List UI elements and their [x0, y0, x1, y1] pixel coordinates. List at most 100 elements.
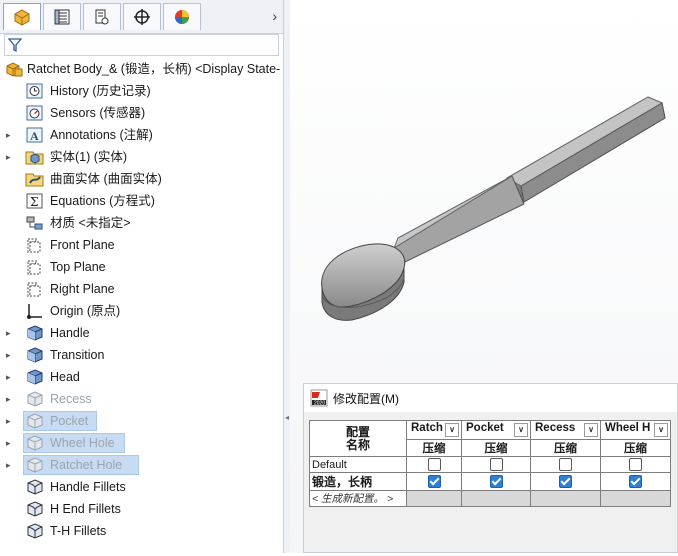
tree-item-label: T-H Fillets	[50, 524, 107, 538]
tree-filter-field[interactable]	[4, 34, 279, 56]
suppress-checkbox-cell[interactable]	[461, 456, 531, 473]
suppress-checkbox-cell[interactable]	[530, 472, 601, 491]
tree-item-equations[interactable]: Σ Equations (方程式)	[0, 190, 283, 212]
new-config-row[interactable]: < 生成新配置。 >	[309, 490, 407, 507]
suppress-checkbox-cell[interactable]	[406, 456, 462, 473]
tree-item-label: Sensors (传感器)	[50, 106, 146, 120]
tree-item-history[interactable]: History (历史记录)	[0, 80, 283, 102]
tree-item-right-plane[interactable]: Right Plane	[0, 278, 283, 300]
tab-configurationmanager[interactable]	[83, 3, 121, 30]
chevron-down-icon[interactable]: ∨	[584, 423, 598, 437]
expand-chevron-icon[interactable]: ▸	[6, 327, 16, 339]
part-icon	[4, 60, 24, 78]
tree-item-label: Head	[50, 370, 80, 384]
column-header-recess[interactable]: Recess ∨	[530, 420, 601, 440]
tree-root-label: Ratchet Body_& (锻造，长柄) <Display State-	[27, 62, 281, 76]
suppress-checkbox-checked[interactable]	[559, 475, 572, 488]
suppress-checkbox[interactable]	[427, 458, 441, 471]
expand-chevron-icon[interactable]: ▸	[6, 349, 16, 361]
config-row-name[interactable]: Default	[309, 456, 407, 473]
expand-chevron-icon[interactable]: ▸	[6, 459, 16, 471]
suppress-checkbox-checked[interactable]	[427, 475, 441, 488]
expand-chevron-icon[interactable]: ▸	[6, 393, 16, 405]
propertymanager-icon	[54, 9, 70, 25]
plane-icon	[25, 258, 45, 276]
expand-chevron-icon[interactable]: ▸	[6, 415, 16, 427]
tree-item-t-h-fillets[interactable]: T-H Fillets	[0, 520, 283, 542]
expand-chevron-icon[interactable]: ▸	[6, 371, 16, 383]
dialog-title-bar[interactable]: 2020 修改配置(M)	[304, 384, 677, 412]
tree-item-sensors[interactable]: Sensors (传感器)	[0, 102, 283, 124]
tree-item-pocket[interactable]: ▸ Pocket	[0, 410, 283, 432]
tab-dimxpert[interactable]	[123, 3, 161, 30]
tree-item-origin[interactable]: Origin (原点)	[0, 300, 283, 322]
tree-item-handle-fillets[interactable]: Handle Fillets	[0, 476, 283, 498]
column-subheader: 压缩	[406, 439, 462, 457]
tree-item-annotations[interactable]: ▸ A Annotations (注解)	[0, 124, 283, 146]
suppress-checkbox-checked[interactable]	[629, 475, 642, 488]
tree-item-head[interactable]: ▸ Head	[0, 366, 283, 388]
featuremanager-icon	[14, 9, 30, 26]
expand-chevron-icon[interactable]: ▸	[6, 437, 16, 449]
tree-item-item-4[interactable]: 曲面实体 (曲面实体)	[0, 168, 283, 190]
tree-item-handle[interactable]: ▸ Handle	[0, 322, 283, 344]
tree-item-label: Transition	[50, 348, 105, 362]
expand-chevron-icon[interactable]: ▸	[6, 151, 16, 163]
suppress-checkbox-cell[interactable]	[530, 456, 601, 473]
suppress-checkbox-cell[interactable]	[406, 472, 462, 491]
tree-item-label: History (历史记录)	[50, 84, 151, 98]
tree-item-label: Wheel Hole	[50, 436, 115, 450]
svg-text:2020: 2020	[314, 401, 325, 407]
tree-item-item-6[interactable]: 材质 <未指定>	[0, 212, 283, 234]
tabs-scroll-right-icon[interactable]: ›	[272, 8, 277, 24]
dialog-title: 修改配置(M)	[333, 392, 399, 406]
tree-item-wheel-hole[interactable]: ▸ Wheel Hole	[0, 432, 283, 454]
tree-item-recess[interactable]: ▸ Recess	[0, 388, 283, 410]
table-row: Default	[309, 456, 671, 473]
config-header-line2: 名称	[345, 437, 370, 452]
tab-displaymanager[interactable]	[163, 3, 201, 30]
tree-root-part[interactable]: Ratchet Body_& (锻造，长柄) <Display State-	[0, 58, 283, 80]
column-subheader: 压缩	[600, 439, 671, 457]
panel-splitter[interactable]	[283, 0, 290, 553]
displaymanager-icon	[175, 10, 189, 24]
suppress-checkbox[interactable]	[489, 458, 503, 471]
suppress-checkbox[interactable]	[559, 458, 572, 471]
tab-propertymanager[interactable]	[43, 3, 81, 30]
tree-item-label: Pocket	[50, 414, 89, 428]
column-header-wheel-hole[interactable]: Wheel H ∨	[600, 420, 671, 440]
origin-icon	[25, 302, 45, 320]
tree-item-transition[interactable]: ▸ Transition	[0, 344, 283, 366]
tree-item-label: 实体(1) (实体)	[50, 150, 128, 164]
chevron-down-icon[interactable]: ∨	[514, 423, 528, 437]
dimxpert-crosshair-icon	[134, 9, 150, 25]
suppress-checkbox-checked[interactable]	[489, 475, 503, 488]
tree-item-ratchet-hole[interactable]: ▸ Ratchet Hole	[0, 454, 283, 476]
chevron-down-icon[interactable]: ∨	[445, 423, 459, 437]
tree-item-label: Ratchet Hole	[50, 458, 123, 472]
column-label: Ratch	[411, 422, 443, 434]
suppress-checkbox[interactable]	[629, 458, 642, 471]
chevron-down-icon[interactable]: ∨	[654, 423, 668, 437]
suppress-checkbox-cell[interactable]	[600, 456, 671, 473]
tree-item-front-plane[interactable]: Front Plane	[0, 234, 283, 256]
config-header-line1: 配置	[345, 424, 370, 439]
tab-featuremanager[interactable]	[3, 3, 41, 30]
transition-neck	[392, 175, 525, 263]
feature-manager-panel: › Ratchet Body_& (锻造，长柄) <Display State-…	[0, 0, 284, 553]
suppressed-feature-icon	[25, 456, 45, 474]
tree-item-h-end-fillets[interactable]: H End Fillets	[0, 498, 283, 520]
suppressed-feature-icon	[25, 412, 45, 430]
config-row-name[interactable]: 锻造，长柄	[309, 472, 407, 491]
tree-item-label: Top Plane	[50, 260, 106, 274]
expand-chevron-icon[interactable]: ▸	[6, 129, 16, 141]
tree-item-1[interactable]: ▸ 实体(1) (实体)	[0, 146, 283, 168]
suppress-checkbox-cell[interactable]	[600, 472, 671, 491]
empty-cell	[461, 490, 531, 507]
tree-item-top-plane[interactable]: Top Plane	[0, 256, 283, 278]
column-header-ratchet[interactable]: Ratch ∨	[406, 420, 462, 440]
column-header-pocket[interactable]: Pocket ∨	[461, 420, 531, 440]
configurationmanager-icon	[95, 9, 109, 25]
table-row-new-config: < 生成新配置。 >	[309, 490, 671, 507]
suppress-checkbox-cell[interactable]	[461, 472, 531, 491]
